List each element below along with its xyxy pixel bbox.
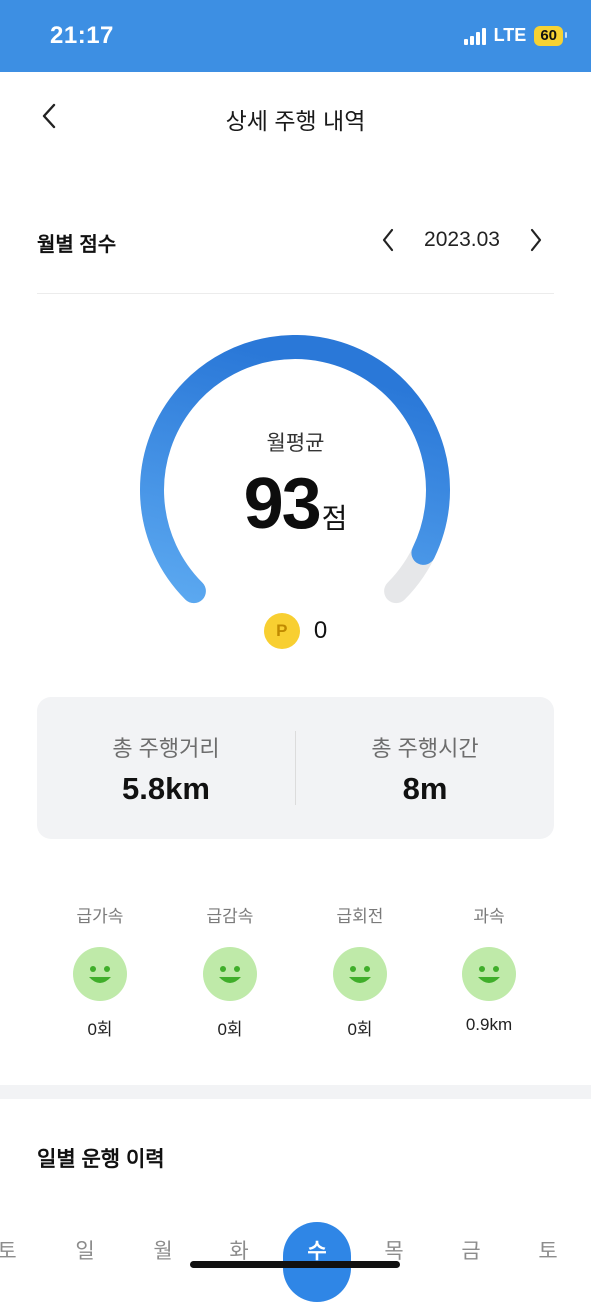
point-coin-icon: P	[263, 613, 300, 649]
month-navigator: 2023.03	[370, 220, 554, 260]
page-title: 상세 주행 내역	[225, 108, 366, 134]
divider	[37, 293, 554, 294]
day-item-sun[interactable]: 일	[46, 1222, 124, 1280]
signal-icon	[463, 27, 486, 45]
day-item-tue[interactable]: 화	[200, 1222, 278, 1280]
points-row: P 0	[130, 613, 461, 649]
day-item-thu[interactable]: 목	[355, 1222, 433, 1280]
metric-label: 급가속	[76, 907, 124, 926]
next-month-button[interactable]	[518, 222, 554, 258]
score-gauge: 월평균 93점 P 0	[130, 335, 461, 649]
status-indicators: LTE 60	[463, 25, 567, 46]
smiley-icon	[462, 947, 516, 1001]
monthly-score-row: 월별 점수 2023.03	[37, 220, 554, 260]
driving-summary-card: 총 주행거리 5.8km 총 주행시간 8m	[37, 697, 554, 839]
metric-label: 급회전	[336, 907, 384, 926]
metric-speeding: 과속 0.9km	[434, 905, 544, 1035]
points-value: 0	[313, 617, 328, 644]
network-label: LTE	[493, 25, 527, 45]
day-selector: 토 일 월 화 수 목 금 토	[0, 1222, 591, 1302]
day-item-sat[interactable]: 토	[509, 1222, 587, 1280]
gauge-label: 월평균	[266, 432, 325, 455]
current-month: 2023.03	[424, 228, 500, 251]
prev-month-button[interactable]	[370, 222, 406, 258]
section-separator	[0, 1085, 591, 1099]
gauge-score: 93점	[130, 463, 461, 545]
total-distance-label: 총 주행거리	[112, 736, 220, 761]
score-value: 93	[243, 464, 322, 544]
chevron-right-icon	[530, 228, 542, 252]
metric-hard-braking: 급감속 0회	[175, 905, 285, 1040]
metric-label: 급감속	[206, 907, 254, 926]
metric-sharp-turn: 급회전 0회	[305, 905, 415, 1040]
metric-hard-acceleration: 급가속 0회	[45, 905, 155, 1040]
day-item-wed[interactable]: 수	[278, 1222, 356, 1280]
smiley-icon	[73, 947, 127, 1001]
header: 상세 주행 내역	[0, 72, 591, 164]
driving-behavior-metrics: 급가속 0회 급감속 0회 급회전 0회 과속 0.9km	[37, 905, 554, 1045]
day-item-fri[interactable]: 금	[432, 1222, 510, 1280]
score-unit: 점	[321, 503, 348, 534]
metric-value: 0.9km	[465, 1015, 513, 1034]
total-time-label: 총 주행시간	[371, 736, 479, 761]
status-time: 21:17	[50, 22, 114, 49]
day-item-mon[interactable]: 월	[124, 1222, 202, 1280]
day-item-sat-prev[interactable]: 토	[0, 1222, 46, 1280]
status-bar: 21:17 LTE 60	[0, 0, 591, 72]
daily-history-title: 일별 운행 이력	[37, 1148, 165, 1171]
metric-label: 과속	[473, 907, 505, 926]
metric-value: 0회	[347, 1020, 373, 1039]
total-time: 총 주행시간 8m	[296, 697, 554, 839]
metric-value: 0회	[217, 1020, 243, 1039]
smiley-icon	[203, 947, 257, 1001]
chevron-left-icon	[382, 228, 394, 252]
total-distance: 총 주행거리 5.8km	[37, 697, 295, 839]
metric-value: 0회	[87, 1020, 113, 1039]
monthly-score-label: 월별 점수	[37, 234, 117, 256]
smiley-icon	[333, 947, 387, 1001]
battery-icon: 60	[534, 25, 567, 46]
total-distance-value: 5.8km	[122, 771, 210, 806]
total-time-value: 8m	[402, 771, 448, 806]
home-indicator	[190, 1261, 400, 1268]
